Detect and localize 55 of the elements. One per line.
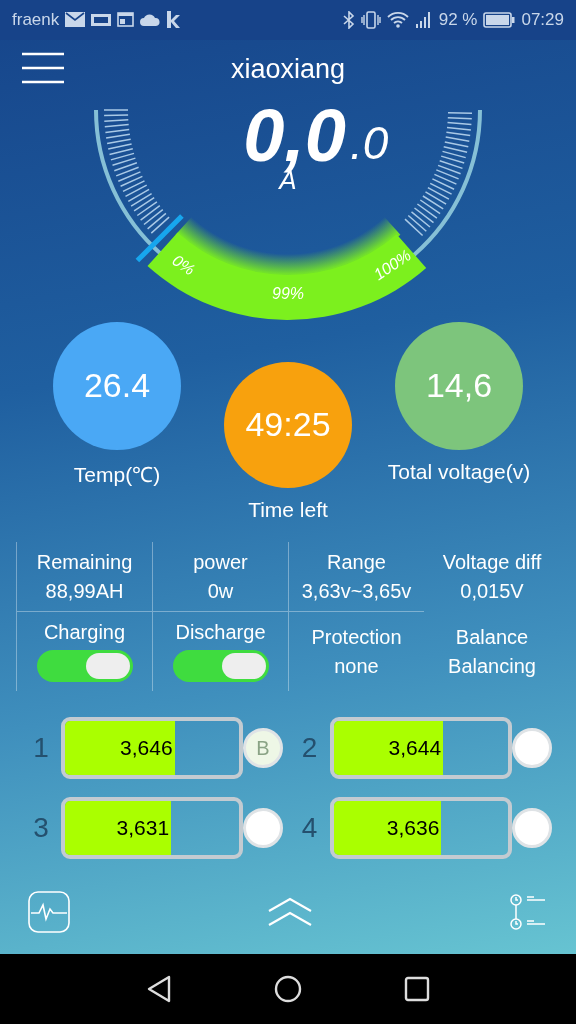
metric-label: Time left bbox=[248, 497, 328, 522]
toggle-switch[interactable] bbox=[172, 650, 269, 683]
cell-voltage: 3,646 bbox=[120, 735, 174, 762]
activity-button[interactable] bbox=[28, 890, 70, 933]
balance-indicator: B bbox=[243, 728, 283, 769]
metric-circle: 14,6 bbox=[395, 321, 523, 450]
calendar-icon bbox=[117, 12, 135, 28]
cell-number: 3 bbox=[32, 812, 50, 845]
vibrate-icon bbox=[360, 10, 381, 29]
stat-value: 88,99AH bbox=[45, 579, 124, 603]
history-button[interactable] bbox=[510, 892, 548, 931]
menu-button[interactable] bbox=[22, 51, 64, 84]
expand-button[interactable] bbox=[267, 896, 313, 927]
stat-value: none bbox=[334, 654, 379, 678]
current-decimal: .0 bbox=[350, 116, 389, 169]
cell-number: 4 bbox=[300, 812, 319, 845]
metric-circle: 49:25 bbox=[224, 361, 352, 488]
recents-button[interactable] bbox=[404, 976, 430, 1003]
cell-voltage: 3,631 bbox=[116, 815, 171, 842]
stat-value: 0,015V bbox=[460, 580, 524, 603]
metric-circle: 26.4 bbox=[53, 321, 181, 450]
cell-number: 2 bbox=[300, 732, 319, 765]
stat-label: Range bbox=[327, 550, 386, 574]
bluetooth-icon bbox=[342, 10, 355, 29]
mail-icon bbox=[65, 12, 86, 28]
toggle-switch[interactable] bbox=[36, 650, 133, 683]
stat-label: Discharge bbox=[175, 621, 266, 645]
stat-value: 3,63v~3,65v bbox=[301, 579, 412, 603]
stat-value: 0w bbox=[207, 579, 234, 603]
app-title: xiaoxiang bbox=[230, 52, 346, 85]
home-button[interactable] bbox=[274, 975, 302, 1004]
metric-label: Total voltage(v) bbox=[387, 459, 531, 484]
wifi-icon bbox=[386, 11, 409, 29]
battery-icon bbox=[483, 11, 516, 28]
stat-label: power bbox=[193, 550, 248, 574]
stat-label: Balance bbox=[455, 625, 529, 649]
stat-label: Voltage diff bbox=[442, 551, 542, 574]
stat-label: Remaining bbox=[36, 550, 133, 574]
back-button[interactable] bbox=[146, 975, 172, 1004]
battery-percent: 92 % bbox=[438, 9, 478, 30]
carrier-name: fraenk bbox=[12, 9, 60, 30]
stat-value: Balancing bbox=[448, 654, 536, 678]
app-icon bbox=[166, 11, 181, 29]
stat-label: Charging bbox=[43, 621, 126, 645]
min-label: 0% bbox=[169, 251, 198, 278]
clock-time: 07:29 bbox=[521, 9, 564, 30]
cloud-icon bbox=[140, 13, 161, 26]
tv-app-icon bbox=[91, 13, 112, 26]
stat-label: Protection bbox=[311, 625, 402, 649]
gauge-percent: 99% bbox=[272, 284, 304, 302]
cell-number: 1 bbox=[32, 732, 50, 765]
cell-voltage: 3,636 bbox=[386, 815, 441, 842]
signal-icon bbox=[414, 11, 433, 29]
cell-voltage: 3,644 bbox=[388, 735, 443, 762]
metric-label: Temp(℃) bbox=[73, 461, 161, 488]
